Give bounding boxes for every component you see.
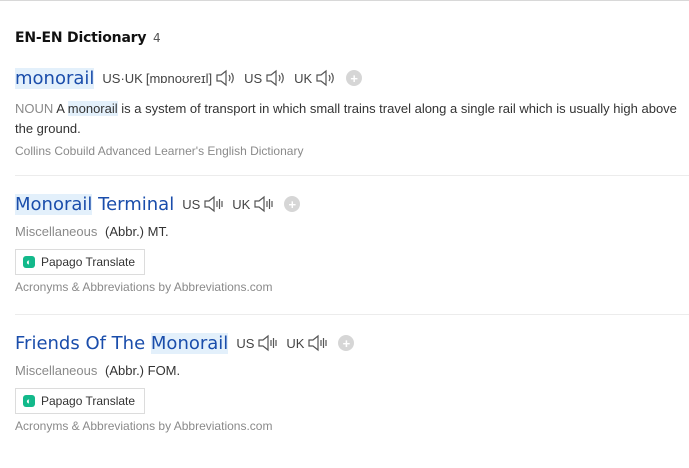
abbreviation-text: (Abbr.) MT. xyxy=(105,224,169,239)
category-label: Miscellaneous xyxy=(15,363,98,378)
uk-label: UK xyxy=(232,196,251,212)
ipa-text: [mɒnoʊreɪl] xyxy=(145,70,213,86)
us-label: US xyxy=(244,70,263,86)
section-title-text: EN-EN Dictionary xyxy=(15,30,147,46)
papago-translate-button[interactable]: ◐ Papago Translate xyxy=(15,249,146,275)
entry-headline: Monorail Terminal US UK + xyxy=(15,192,689,216)
plus-icon[interactable]: + xyxy=(346,70,363,86)
speaker-icon[interactable] xyxy=(264,69,286,87)
uk-label: UK xyxy=(294,70,313,86)
speaker-icon[interactable] xyxy=(256,334,278,352)
papago-icon: ◐ xyxy=(23,395,35,407)
pronunciation-uk: UK xyxy=(286,334,328,352)
papago-translate-label: Papago Translate xyxy=(41,394,136,408)
entry-monorail: monorail US·UK [mɒnoʊreɪl] US UK + NOUN … xyxy=(15,66,689,158)
headword-highlight: Monorail xyxy=(15,193,93,215)
us-label: US xyxy=(182,196,201,212)
entry-headline: monorail US·UK [mɒnoʊreɪl] US UK + xyxy=(15,66,689,90)
pronunciation-usuk: US·UK [mɒnoʊreɪl] xyxy=(102,69,236,87)
entry-monorail-terminal: Monorail Terminal US UK + Miscellaneous … xyxy=(15,192,689,294)
part-of-speech: NOUN xyxy=(15,101,54,116)
abbreviation-line: Miscellaneous (Abbr.) MT. xyxy=(15,224,689,239)
speaker-icon[interactable] xyxy=(202,195,224,213)
speaker-icon[interactable] xyxy=(252,195,274,213)
category-label: Miscellaneous xyxy=(15,224,98,239)
speaker-icon[interactable] xyxy=(306,334,328,352)
plus-icon[interactable]: + xyxy=(284,196,301,212)
papago-translate-label: Papago Translate xyxy=(41,255,136,269)
headword-link[interactable]: Friends Of The Monorail xyxy=(15,332,229,354)
pron-label: US·UK xyxy=(102,70,143,86)
headword-pre: Friends Of The xyxy=(15,332,146,354)
abbreviation-line: Miscellaneous (Abbr.) FOM. xyxy=(15,363,689,378)
headword-link[interactable]: monorail xyxy=(15,67,95,89)
headword-link[interactable]: Monorail Terminal xyxy=(15,193,175,215)
papago-translate-button[interactable]: ◐ Papago Translate xyxy=(15,388,146,414)
result-count: 4 xyxy=(153,31,161,45)
pronunciation-uk: UK xyxy=(294,69,336,87)
definition: NOUN A monorail is a system of transport… xyxy=(15,99,689,139)
plus-icon[interactable]: + xyxy=(338,335,355,351)
source-label: Acronyms & Abbreviations by Abbreviation… xyxy=(15,280,273,294)
source-label: Acronyms & Abbreviations by Abbreviation… xyxy=(15,419,273,433)
pronunciation-us: US xyxy=(182,195,224,213)
def-highlight-word: monorail xyxy=(67,101,118,116)
entry-divider xyxy=(15,314,689,315)
headword-rest: Terminal xyxy=(98,193,175,215)
entry-friends-of-the-monorail: Friends Of The Monorail US UK + Miscella… xyxy=(15,331,689,433)
def-text-pre: A xyxy=(56,101,65,116)
pronunciation-us: US xyxy=(236,334,278,352)
entry-divider xyxy=(15,175,689,176)
headword-highlight: Monorail xyxy=(150,332,229,354)
papago-icon: ◐ xyxy=(23,256,35,268)
entry-headline: Friends Of The Monorail US UK + xyxy=(15,331,689,355)
source-label: Collins Cobuild Advanced Learner's Engli… xyxy=(15,144,304,158)
abbreviation-text: (Abbr.) FOM. xyxy=(105,363,181,378)
top-divider xyxy=(0,0,689,1)
speaker-icon[interactable] xyxy=(314,69,336,87)
uk-label: UK xyxy=(286,335,305,351)
pronunciation-us: US xyxy=(244,69,286,87)
section-title: EN-EN Dictionary 4 xyxy=(15,30,161,46)
pronunciation-uk: UK xyxy=(232,195,274,213)
speaker-icon[interactable] xyxy=(214,69,236,87)
us-label: US xyxy=(236,335,255,351)
